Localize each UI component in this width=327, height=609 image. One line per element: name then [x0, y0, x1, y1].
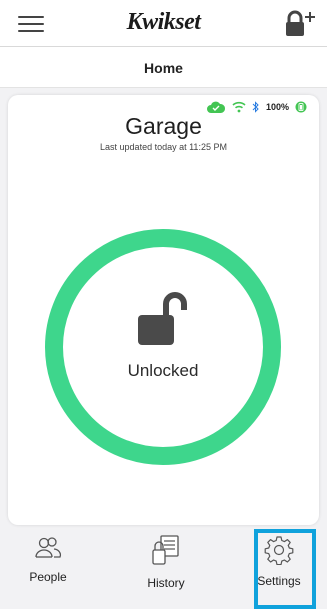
lock-state-label: Unlocked: [127, 361, 199, 380]
lock-card: 100% Garage Last updated today at 11:25 …: [8, 95, 319, 609]
kwikset-logo: Kwikset: [126, 9, 201, 35]
people-button[interactable]: People: [8, 535, 88, 584]
settings-highlight-box: [254, 529, 316, 609]
wifi-icon: [232, 101, 246, 113]
battery-level: 100%: [265, 102, 289, 112]
history-icon: [152, 535, 179, 565]
unlocked-padlock-icon: [138, 292, 187, 345]
history-button[interactable]: History: [126, 535, 206, 590]
people-icon: [35, 537, 62, 558]
page-title: Home: [0, 47, 327, 88]
people-label: People: [29, 570, 67, 584]
last-updated-text: Last updated today at 11:25 PM: [100, 142, 227, 152]
add-lock-icon: [286, 10, 315, 36]
bluetooth-icon: [252, 101, 259, 113]
lock-name: Garage: [125, 113, 202, 139]
top-bar: Kwikset: [0, 0, 327, 47]
lock-toggle-button[interactable]: Unlocked: [45, 229, 281, 465]
cloud-check-icon: [206, 101, 225, 113]
add-lock-button[interactable]: [283, 10, 317, 38]
history-label: History: [147, 576, 185, 590]
battery-icon: [295, 101, 307, 113]
